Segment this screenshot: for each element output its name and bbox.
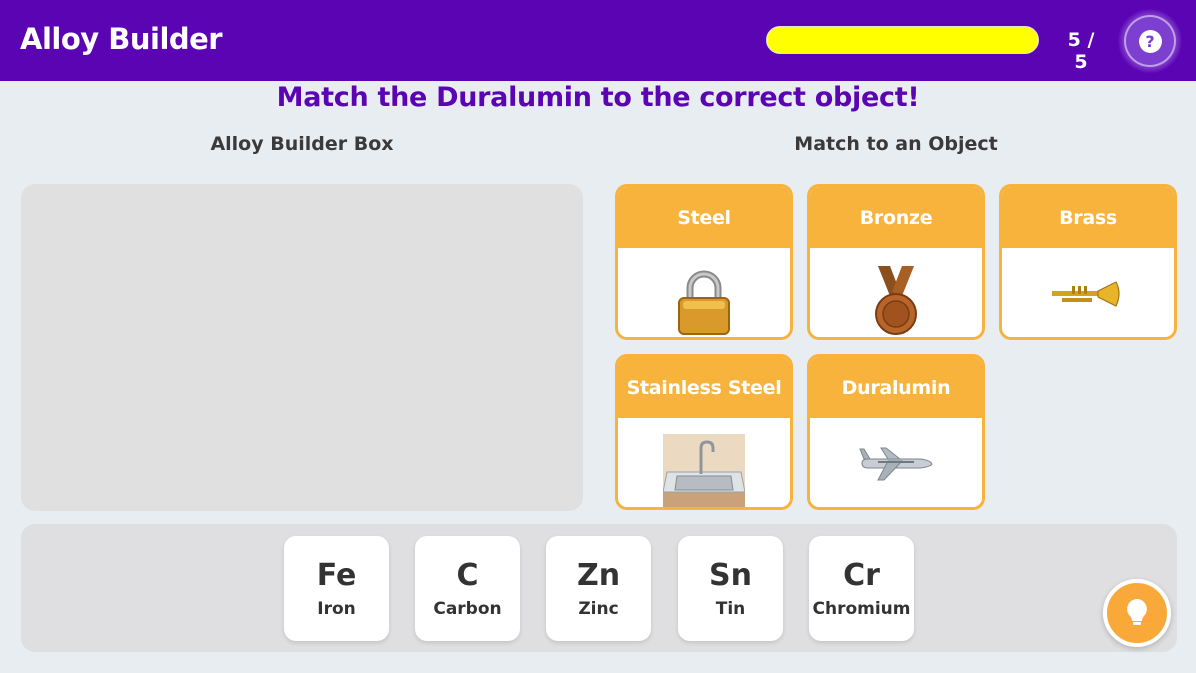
element-symbol: Cr bbox=[843, 558, 880, 593]
object-card-label: Steel bbox=[618, 187, 790, 248]
trumpet-icon bbox=[1052, 281, 1120, 307]
objects-title: Match to an Object bbox=[794, 133, 998, 155]
element-name: Tin bbox=[715, 599, 746, 619]
medal-icon bbox=[875, 266, 917, 335]
object-card-stainless-steel[interactable]: Stainless Steel bbox=[615, 354, 793, 510]
element-name: Carbon bbox=[433, 599, 502, 619]
element-name: Chromium bbox=[812, 599, 911, 619]
element-symbol: Fe bbox=[316, 558, 357, 593]
instruction-text: Match the Duralumin to the correct objec… bbox=[276, 82, 920, 113]
object-card-label: Brass bbox=[1002, 187, 1174, 248]
object-card-label: Bronze bbox=[810, 187, 982, 248]
object-card-label: Stainless Steel bbox=[618, 357, 790, 418]
element-tile-zn[interactable]: Zn Zinc bbox=[546, 536, 651, 641]
element-tile-sn[interactable]: Sn Tin bbox=[678, 536, 783, 641]
element-symbol: Zn bbox=[576, 558, 621, 593]
question-icon: ? bbox=[1138, 29, 1162, 53]
object-card-steel[interactable]: Steel bbox=[615, 184, 793, 340]
hint-button[interactable] bbox=[1103, 579, 1171, 647]
element-tile-cr[interactable]: Cr Chromium bbox=[809, 536, 914, 641]
object-card-brass[interactable]: Brass bbox=[999, 184, 1177, 340]
lightbulb-icon bbox=[1127, 599, 1147, 625]
progress-counter: 5 / 5 bbox=[1067, 29, 1095, 73]
progress-bar-fill bbox=[767, 27, 1038, 53]
element-tile-fe[interactable]: Fe Iron bbox=[284, 536, 389, 641]
element-name: Zinc bbox=[578, 599, 619, 619]
object-card-label: Duralumin bbox=[810, 357, 982, 418]
builder-box-title: Alloy Builder Box bbox=[210, 133, 394, 155]
progress-bar bbox=[766, 26, 1039, 54]
object-card-bronze[interactable]: Bronze bbox=[807, 184, 985, 340]
top-bar: Alloy Builder 5 / 5 ? bbox=[0, 0, 1196, 81]
element-name: Iron bbox=[317, 599, 356, 619]
element-tile-c[interactable]: C Carbon bbox=[415, 536, 520, 641]
padlock-icon bbox=[678, 270, 730, 335]
object-card-duralumin[interactable]: Duralumin bbox=[807, 354, 985, 510]
airplane-icon bbox=[859, 447, 933, 481]
help-button[interactable]: ? bbox=[1124, 15, 1176, 67]
element-symbol: Sn bbox=[709, 558, 752, 593]
alloy-builder-box[interactable] bbox=[21, 184, 583, 511]
sink-icon bbox=[663, 434, 745, 507]
app-title: Alloy Builder bbox=[20, 22, 223, 56]
element-symbol: C bbox=[456, 558, 479, 593]
